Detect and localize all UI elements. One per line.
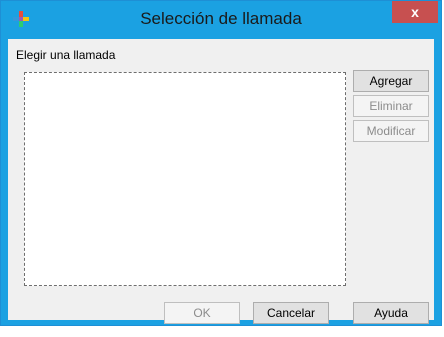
title-bar[interactable]: Selección de llamada x bbox=[1, 1, 441, 39]
modify-button[interactable]: Modificar bbox=[353, 120, 429, 142]
ok-button[interactable]: OK bbox=[164, 302, 240, 324]
cancel-button[interactable]: Cancelar bbox=[253, 302, 329, 324]
close-button[interactable]: x bbox=[392, 1, 438, 23]
call-listbox[interactable] bbox=[24, 72, 346, 286]
dialog-client-area: Elegir una llamada Agregar Eliminar Modi… bbox=[8, 39, 434, 324]
window-title: Selección de llamada bbox=[140, 9, 302, 28]
help-button[interactable]: Ayuda bbox=[353, 302, 429, 324]
remove-button[interactable]: Eliminar bbox=[353, 95, 429, 117]
add-button[interactable]: Agregar bbox=[353, 70, 429, 92]
dialog-window: Selección de llamada x Elegir una llamad… bbox=[0, 0, 442, 326]
call-list-label: Elegir una llamada bbox=[16, 48, 116, 62]
